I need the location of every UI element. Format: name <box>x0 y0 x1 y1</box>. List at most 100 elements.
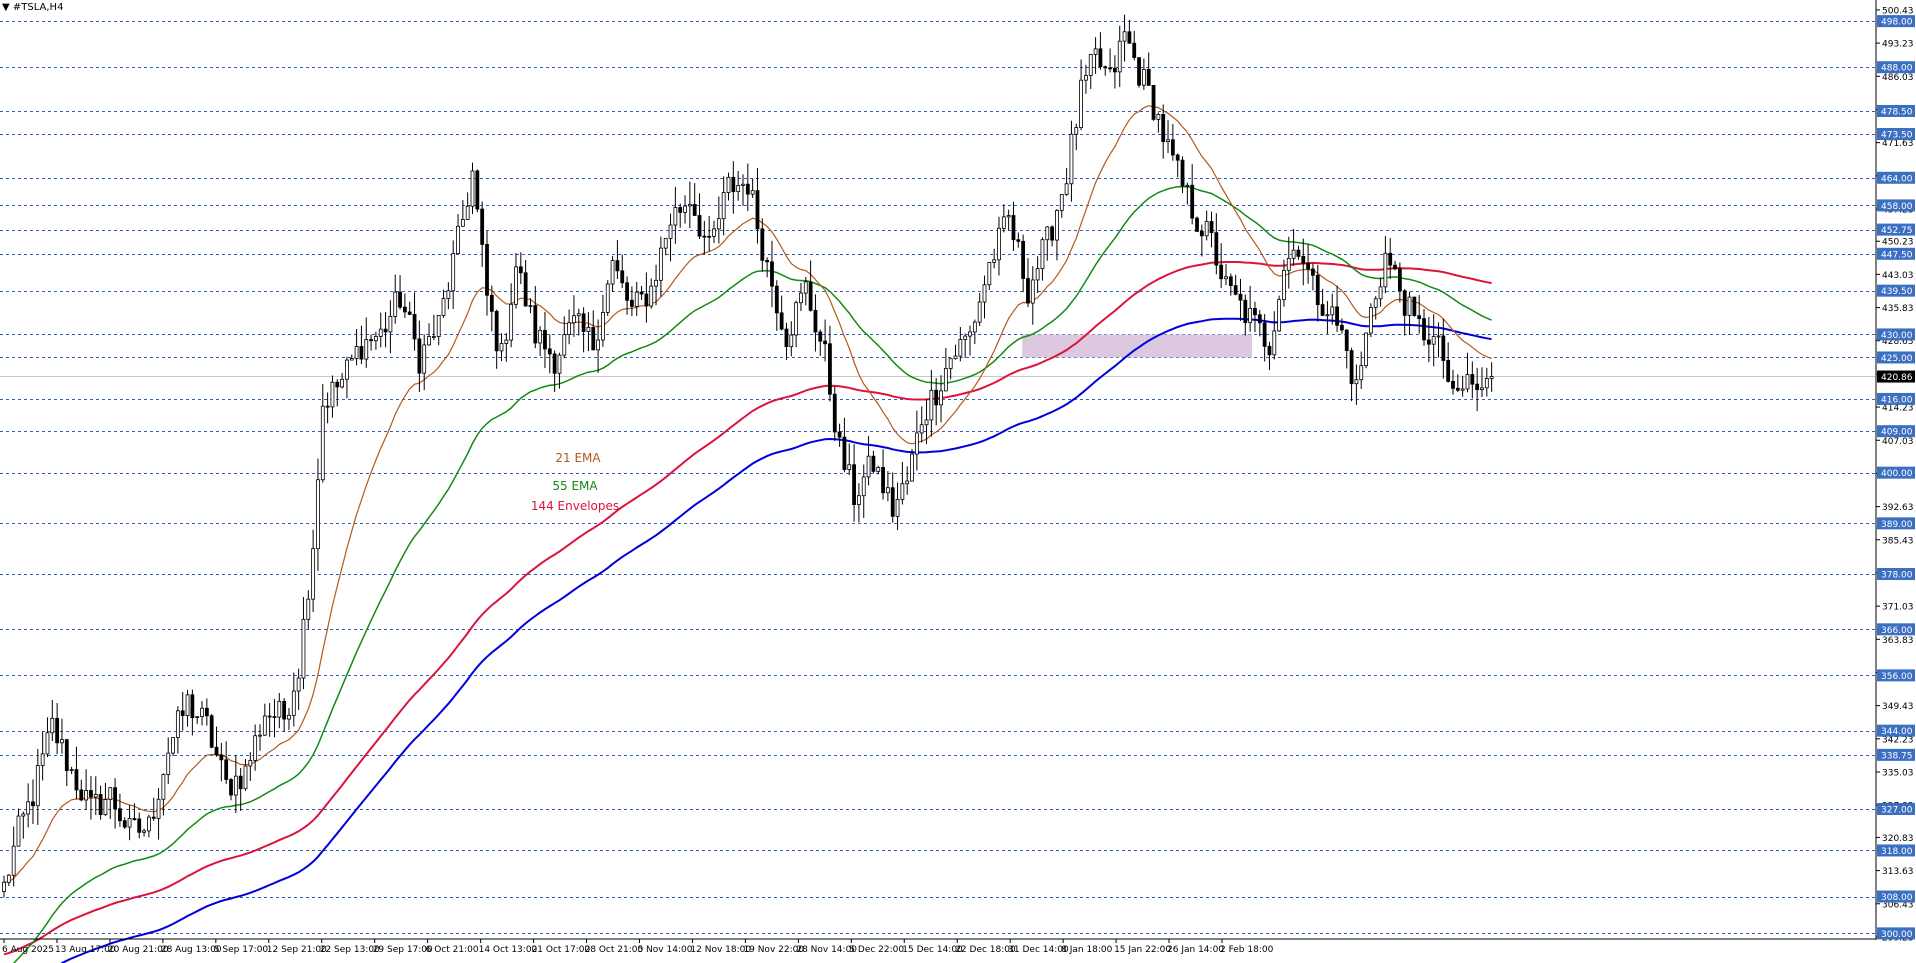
candle-body <box>910 453 914 482</box>
candle <box>436 314 441 346</box>
candle-body <box>818 331 823 342</box>
candle <box>1335 285 1339 332</box>
candle-body <box>620 270 625 284</box>
candle <box>1035 256 1040 293</box>
candle-body <box>1335 306 1339 326</box>
candle-body <box>301 618 306 679</box>
candle-body <box>958 339 963 357</box>
candle-body <box>402 306 407 313</box>
candle <box>654 264 658 306</box>
candle-body <box>296 677 301 692</box>
candle <box>1484 367 1489 397</box>
chart-window[interactable]: ▼ #TSLA,H4 21 EMA 55 EMA 144 Envelopes 500… <box>0 0 1916 963</box>
candle-body <box>567 322 572 336</box>
candle-body <box>79 789 84 801</box>
candle-body <box>1098 48 1103 68</box>
candle-body <box>345 359 349 380</box>
candle <box>1011 201 1016 251</box>
candle-body <box>924 419 929 426</box>
level-tag-label: 366.00 <box>1881 626 1913 636</box>
candle-body <box>1055 210 1059 241</box>
candle <box>1364 332 1368 369</box>
candle <box>311 529 316 613</box>
candle-body <box>364 339 369 360</box>
candle <box>871 450 876 474</box>
candle-body <box>847 464 852 471</box>
level-tag-label: 458.00 <box>1881 202 1913 212</box>
candle-body <box>1325 314 1330 317</box>
candle <box>277 693 282 729</box>
indicator-lines <box>3 105 1492 963</box>
candle-body <box>451 253 456 292</box>
candle <box>6 874 11 887</box>
candle-body <box>586 327 591 332</box>
candle-body <box>175 710 180 738</box>
candle <box>98 785 103 820</box>
candle <box>40 731 45 781</box>
candle <box>847 443 852 476</box>
y-tick-label: 385.43 <box>1882 536 1914 546</box>
candle <box>755 168 760 244</box>
candle <box>287 708 291 730</box>
candle <box>1402 289 1407 336</box>
candle <box>1088 53 1093 90</box>
candle-body <box>745 183 750 195</box>
candle <box>224 741 229 784</box>
candle-body <box>156 798 161 819</box>
candle <box>1451 369 1455 395</box>
candle <box>929 370 934 437</box>
candle-body <box>1475 383 1480 390</box>
candle-body <box>204 707 209 717</box>
candle <box>45 717 50 758</box>
candle-body <box>842 436 847 471</box>
candle <box>398 275 402 310</box>
candle-body <box>306 598 311 620</box>
candle-body <box>1383 252 1388 288</box>
y-tick-label: 486.03 <box>1882 73 1914 83</box>
x-tick-label: 20 Aug 21:00 <box>108 945 169 955</box>
candle <box>306 590 311 630</box>
candle <box>977 293 982 326</box>
candle-body <box>398 291 402 308</box>
candle-body <box>726 176 731 194</box>
candle <box>1069 120 1074 202</box>
candle-body <box>1426 339 1431 345</box>
candles <box>2 14 1494 898</box>
candle <box>422 334 427 391</box>
candle-body <box>953 355 958 360</box>
candle <box>784 322 789 360</box>
candle-body <box>576 313 581 317</box>
candle <box>171 737 175 757</box>
candle-body <box>514 266 518 305</box>
x-tick-label: 15 Jan 22:00 <box>1114 945 1171 955</box>
candle-body <box>69 769 74 771</box>
candle <box>185 689 190 727</box>
level-tag-label: 416.00 <box>1881 395 1913 405</box>
candle-body <box>219 754 224 761</box>
candle-body <box>1257 314 1262 324</box>
candle <box>204 698 209 726</box>
candle <box>64 738 69 787</box>
candle-body <box>40 753 45 766</box>
candle <box>378 312 383 348</box>
candle-body <box>470 170 475 207</box>
candle <box>1407 291 1412 335</box>
candle-body <box>60 739 64 744</box>
candle <box>818 329 823 356</box>
candle-body <box>1344 329 1349 351</box>
candle-body <box>634 291 639 307</box>
candle-body <box>1132 42 1137 58</box>
candle-body <box>93 794 98 798</box>
candle <box>702 220 707 255</box>
candle-body <box>982 284 987 303</box>
candle-body <box>1214 232 1219 266</box>
candle-body <box>1407 296 1412 316</box>
price-axis: 500.43493.23486.03478.83471.63464.43457.… <box>1875 0 1915 943</box>
candle-body <box>349 358 354 361</box>
price-chart[interactable]: 21 EMA 55 EMA 144 Envelopes 500.43 493.23 48… <box>0 0 1916 963</box>
candle <box>610 256 615 293</box>
candle-body <box>1412 296 1417 317</box>
candle-body <box>200 707 204 718</box>
candle <box>485 230 489 316</box>
x-tick-label: 21 Oct 17:00 <box>532 945 591 955</box>
